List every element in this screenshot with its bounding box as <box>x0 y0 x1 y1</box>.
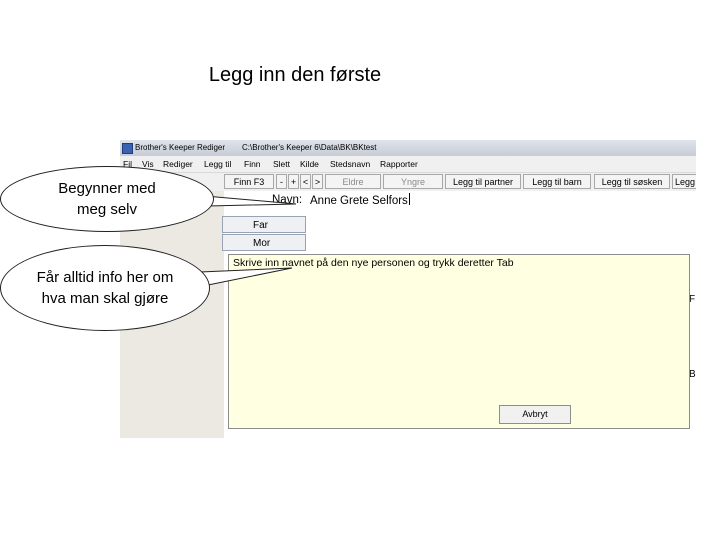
window-title: Brother's Keeper Rediger <box>135 143 226 152</box>
app-icon <box>122 143 133 154</box>
minus-button[interactable]: - <box>276 174 287 189</box>
menu-bar: Fil Vis Rediger Legg til Finn Slett Kild… <box>120 156 696 173</box>
add-sibling-button[interactable]: Legg til søsken <box>594 174 670 189</box>
name-label: Navn: <box>272 194 303 206</box>
text-caret <box>408 193 410 205</box>
menu-places[interactable]: Stedsnavn <box>330 156 370 172</box>
older-button[interactable]: Eldre <box>325 174 381 189</box>
callout-info-text: Får alltid info her om hva man skal gjør… <box>36 269 174 307</box>
add-child-button[interactable]: Legg til barn <box>523 174 591 189</box>
name-value: Anne Grete Selfors <box>310 195 408 207</box>
younger-button[interactable]: Yngre <box>383 174 443 189</box>
cancel-button[interactable]: Avbryt <box>499 405 571 424</box>
next-button[interactable]: > <box>312 174 323 189</box>
mother-button[interactable]: Mor <box>222 234 306 251</box>
menu-edit[interactable]: Rediger <box>163 156 193 172</box>
window-titlebar: Brother's Keeper Rediger C:\Brother's Ke… <box>120 140 696 156</box>
find-button[interactable]: Finn F3 <box>224 174 274 189</box>
father-button[interactable]: Far <box>222 216 306 233</box>
menu-source[interactable]: Kilde <box>300 156 319 172</box>
name-row: Navn: Anne Grete Selfors <box>224 191 696 211</box>
menu-reports[interactable]: Rapporter <box>380 156 418 172</box>
menu-find[interactable]: Finn <box>244 156 261 172</box>
info-text: Skrive inn navnet på den nye personen og… <box>233 257 514 269</box>
edge-label-b: B <box>689 369 696 380</box>
callout-begin-text: Begynner med meg selv <box>58 180 156 218</box>
callout-info: Får alltid info her om hva man skal gjør… <box>0 245 210 331</box>
name-input[interactable]: Anne Grete Selfors <box>310 193 410 207</box>
menu-add[interactable]: Legg til <box>204 156 231 172</box>
menu-delete[interactable]: Slett <box>273 156 290 172</box>
callout-begin: Begynner med meg selv <box>0 166 214 232</box>
info-panel: Skrive inn navnet på den nye personen og… <box>228 254 690 429</box>
slide-title: Legg inn den første <box>208 64 382 86</box>
add-more-button[interactable]: Legg <box>672 174 696 189</box>
plus-button[interactable]: + <box>288 174 299 189</box>
prev-button[interactable]: < <box>300 174 311 189</box>
add-partner-button[interactable]: Legg til partner <box>445 174 521 189</box>
window-path: C:\Brother's Keeper 6\Data\BK\BKtest <box>242 143 377 152</box>
